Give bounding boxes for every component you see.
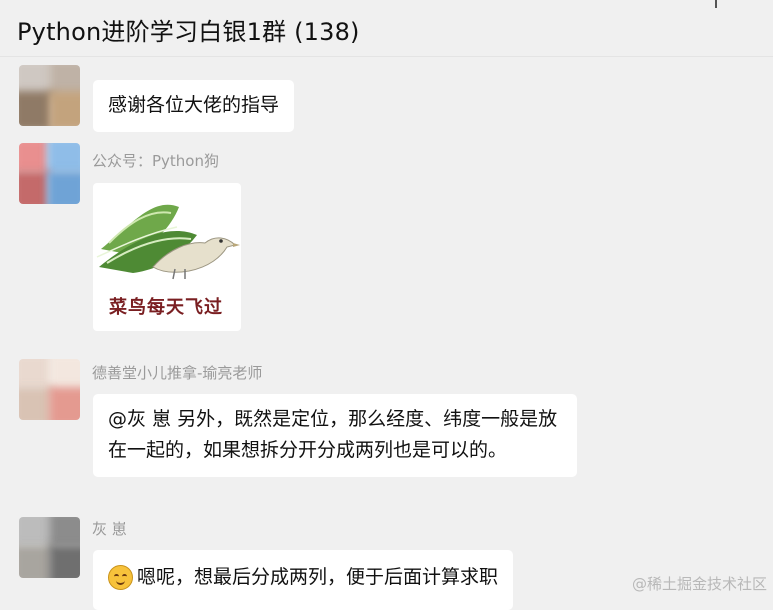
bird-cabbage-icon xyxy=(96,204,240,280)
sticker-caption: 菜鸟每天飞过 xyxy=(109,297,223,318)
avatar[interactable] xyxy=(19,517,80,578)
message-bubble[interactable]: 嗯呢，想最后分成两列，便于后面计算求职 xyxy=(93,550,514,610)
sticker-image[interactable]: 菜鸟每天飞过 xyxy=(93,183,241,331)
smile-emoji-icon xyxy=(108,565,133,590)
message-bubble[interactable]: 感谢各位大佬的指导 xyxy=(93,80,295,132)
chat-title: Python进阶学习白银1群 (138) xyxy=(17,18,360,46)
message-text: 感谢各位大佬的指导 xyxy=(108,94,280,116)
message-bubble[interactable]: @灰 崽 另外，既然是定位，那么经度、纬度一般是放在一起的，如果想拆分开分成两列… xyxy=(93,394,577,477)
avatar[interactable] xyxy=(19,65,80,126)
watermark: @稀土掘金技术社区 xyxy=(631,575,767,593)
avatar[interactable] xyxy=(19,143,80,204)
add-icon[interactable] xyxy=(707,0,725,8)
message-text: 嗯呢，想最后分成两列，便于后面计算求职 xyxy=(137,566,499,588)
chat-header: Python进阶学习白银1群 (138) xyxy=(0,0,773,57)
sender-name: 公众号：Python狗 xyxy=(92,152,219,170)
sender-name: 灰 崽 xyxy=(92,520,127,538)
sender-name: 德善堂小儿推拿-瑜亮老师 xyxy=(92,364,263,382)
message-text: @灰 崽 另外，既然是定位，那么经度、纬度一般是放在一起的，如果想拆分开分成两列… xyxy=(108,408,558,461)
avatar[interactable] xyxy=(19,359,80,420)
